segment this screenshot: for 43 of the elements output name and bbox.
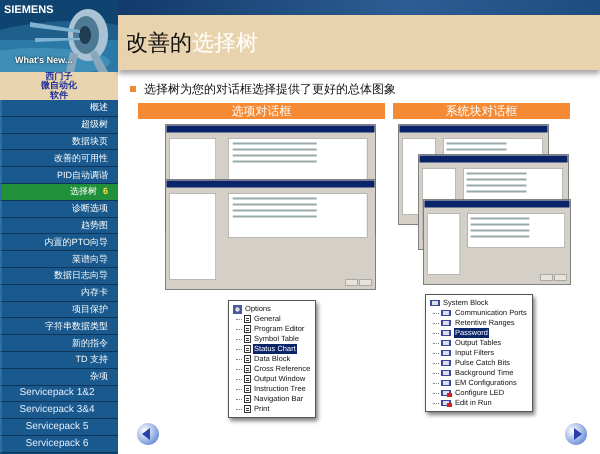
- menu-item[interactable]: PID自动调谐: [0, 167, 118, 184]
- menu-item[interactable]: 概述: [0, 100, 118, 117]
- bullet-text: 选择树为您的对话框选择提供了更好的总体图象: [144, 83, 396, 95]
- page-icon: [244, 405, 251, 413]
- menu-item[interactable]: 数据块页: [0, 134, 118, 150]
- menu-item[interactable]: Servicepack 1&2: [0, 386, 118, 402]
- page-icon: [244, 335, 251, 343]
- menu-item[interactable]: Servicepack 6: [0, 436, 118, 453]
- menu-item[interactable]: 超级树: [0, 116, 118, 134]
- menu-item[interactable]: Servicepack 5: [0, 419, 118, 436]
- page-icon: [244, 395, 251, 403]
- page-title: 改善的: [126, 32, 192, 54]
- brand-logo: SIEMENS: [4, 5, 54, 16]
- menu-item[interactable]: Servicepack 3&4: [0, 402, 118, 420]
- tagline: What's New...: [15, 56, 72, 65]
- module-icon: [430, 299, 440, 307]
- product-label: 软件: [50, 90, 68, 100]
- bullet-icon: [130, 86, 136, 92]
- menu-item[interactable]: 趋势图: [0, 218, 118, 234]
- menu-item[interactable]: 菜谱向导: [0, 251, 118, 268]
- menu-item[interactable]: 诊断选项: [0, 200, 118, 218]
- menu-item[interactable]: 字符串数据类型: [0, 318, 118, 336]
- menu-item[interactable]: 选择树 6: [0, 184, 118, 201]
- product-label: 微自动化: [41, 81, 77, 90]
- menu-item[interactable]: 数据日志向导: [0, 268, 118, 285]
- page-icon: [244, 385, 251, 393]
- page-icon: [244, 365, 251, 373]
- menu-item[interactable]: 内置的PTO向导: [0, 234, 118, 252]
- product-label: 西门子: [46, 72, 72, 81]
- menu-item[interactable]: 内存卡: [0, 284, 118, 302]
- page-icon: [244, 345, 251, 353]
- panel-heading: 系统块对话框: [393, 103, 570, 119]
- page-icon: [244, 325, 251, 333]
- menu-item[interactable]: 新的指令: [0, 335, 118, 352]
- page-icon: [244, 355, 251, 363]
- page-icon: [244, 315, 251, 323]
- menu-item[interactable]: 改善的可用性: [0, 150, 118, 168]
- menu-item[interactable]: 项目保护: [0, 302, 118, 318]
- panel-heading: 选项对话框: [138, 103, 385, 119]
- page-icon: [244, 375, 251, 383]
- menu-item[interactable]: TD 支持: [0, 352, 118, 369]
- menu-item[interactable]: 杂项: [0, 368, 118, 386]
- page-title-highlight: 选择树: [192, 32, 258, 54]
